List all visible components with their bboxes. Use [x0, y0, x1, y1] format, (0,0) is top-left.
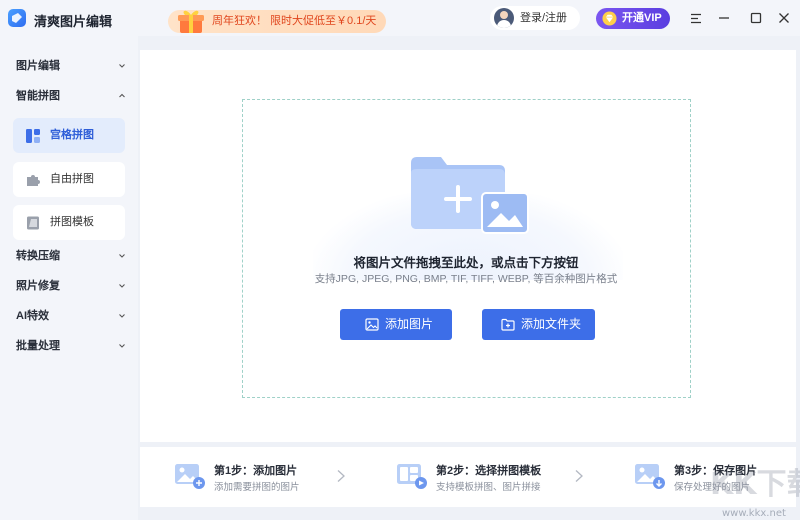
- choose-template-step-icon: [397, 464, 427, 489]
- step-1-desc: 添加需要拼图的图片: [214, 482, 300, 493]
- drop-zone-formats: 支持JPG, JPEG, PNG, BMP, TIF, TIFF, WEBP, …: [314, 273, 618, 285]
- save-image-step-icon: [635, 464, 665, 489]
- step-2-desc: 支持模板拼图、图片拼接: [436, 482, 541, 493]
- main-panel: 将图片文件拖拽至此处，或点击下方按钮 支持JPG, JPEG, PNG, BMP…: [140, 50, 796, 442]
- folder-plus-icon: [501, 318, 515, 331]
- close-icon: [779, 13, 789, 23]
- chevron-down-icon: [119, 64, 125, 68]
- sidebar-item-free-collage[interactable]: 自由拼图: [13, 162, 125, 197]
- app-title: 清爽图片编辑: [34, 14, 113, 29]
- maximize-icon: [750, 12, 762, 24]
- open-vip-button[interactable]: 开通VIP: [596, 8, 670, 29]
- promo-text: 周年狂欢！ 限时大促低至￥0.1/天: [212, 15, 377, 27]
- chevron-right-icon: [337, 470, 345, 482]
- nav-group-batch-process[interactable]: 批量处理: [16, 336, 126, 356]
- nav-group-ai-effects[interactable]: AI特效: [16, 306, 126, 326]
- chevron-down-icon: [119, 284, 125, 288]
- nav-group-photo-repair[interactable]: 照片修复: [16, 276, 126, 296]
- watermark-url: www.kkx.net: [722, 508, 786, 519]
- add-folder-button[interactable]: 添加文件夹: [482, 309, 595, 340]
- maximize-button[interactable]: [746, 8, 766, 28]
- sidebar: 图片编辑 智能拼图 宫格拼图 自由拼图 拼图模板 转换压缩 照片修复 AI特效 …: [0, 36, 138, 520]
- add-image-button[interactable]: 添加图片: [340, 309, 452, 340]
- step-3-desc: 保存处理好的图片: [674, 482, 751, 493]
- nav-group-smart-collage[interactable]: 智能拼图: [16, 86, 126, 106]
- template-icon: [27, 216, 39, 230]
- minimize-button[interactable]: [714, 8, 734, 28]
- chevron-right-icon: [575, 470, 583, 482]
- grid-collage-icon: [26, 129, 40, 143]
- drop-zone-title: 将图片文件拖拽至此处，或点击下方按钮: [353, 256, 579, 270]
- add-image-step-icon: [175, 464, 205, 489]
- menu-button[interactable]: [686, 8, 706, 28]
- nav-group-image-edit[interactable]: 图片编辑: [16, 56, 126, 76]
- user-avatar-icon: [494, 8, 514, 28]
- login-button[interactable]: 登录/注册: [490, 6, 580, 30]
- diamond-icon: [602, 11, 617, 26]
- steps-bar: 第1步：添加图片 添加需要拼图的图片 第2步：选择拼图模板 支持模板拼图、图片拼…: [140, 447, 796, 507]
- nav-group-convert-compress[interactable]: 转换压缩: [16, 246, 126, 266]
- login-label: 登录/注册: [520, 12, 568, 24]
- chevron-up-icon: [119, 93, 125, 98]
- app-logo-icon: [8, 9, 26, 27]
- promo-banner[interactable]: 周年狂欢！ 限时大促低至￥0.1/天: [168, 10, 386, 33]
- step-1-title: 第1步：添加图片: [214, 465, 298, 477]
- chevron-down-icon: [119, 344, 125, 348]
- title-bar: 清爽图片编辑 周年狂欢！ 限时大促低至￥0.1/天 登录/注册 开通VIP: [0, 0, 800, 36]
- puzzle-piece-icon: [27, 175, 40, 186]
- image-drop-zone[interactable]: 将图片文件拖拽至此处，或点击下方按钮 支持JPG, JPEG, PNG, BMP…: [242, 99, 691, 398]
- vip-label: 开通VIP: [622, 12, 662, 24]
- chevron-down-icon: [119, 314, 125, 318]
- sidebar-item-grid-collage[interactable]: 宫格拼图: [13, 118, 125, 153]
- chevron-down-icon: [119, 254, 125, 258]
- minimize-icon: [719, 17, 729, 19]
- image-icon: [365, 318, 379, 331]
- step-3-title: 第3步：保存图片: [674, 465, 758, 477]
- folder-add-image-icon: [411, 157, 529, 234]
- step-2-title: 第2步：选择拼图模板: [436, 465, 542, 477]
- gift-box-icon: [178, 10, 204, 33]
- close-button[interactable]: [774, 8, 794, 28]
- hamburger-menu-icon: [691, 13, 701, 23]
- sidebar-item-collage-template[interactable]: 拼图模板: [13, 205, 125, 240]
